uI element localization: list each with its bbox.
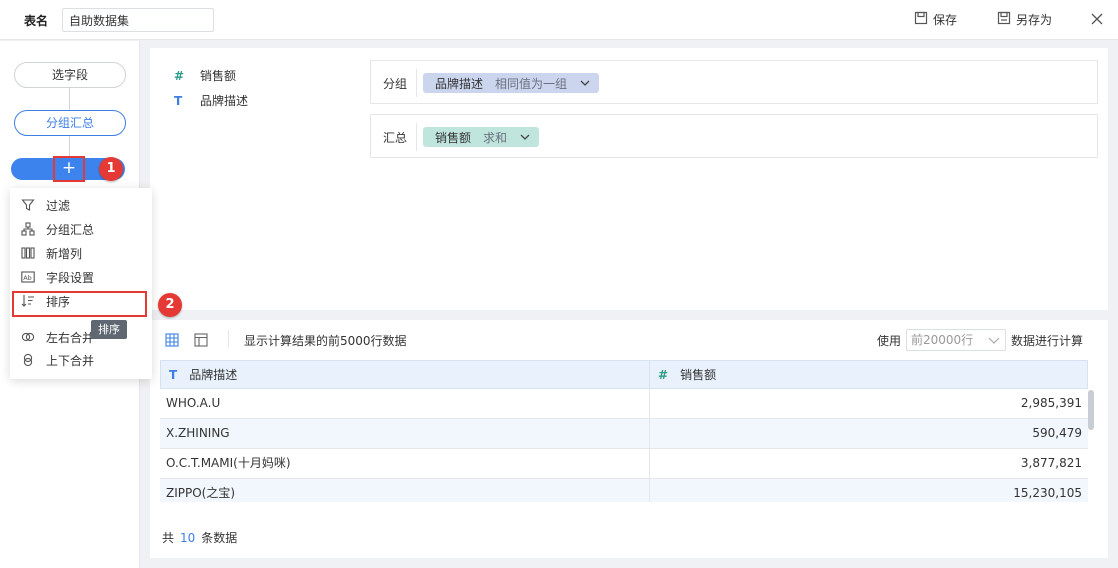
menu-item-label: 分组汇总 bbox=[46, 222, 95, 237]
chevron-down-icon[interactable] bbox=[519, 131, 531, 143]
chip-field-name: 品牌描述 bbox=[435, 76, 484, 91]
menu-item-add-column[interactable]: 新增列 bbox=[10, 241, 152, 265]
number-type-icon: # bbox=[174, 68, 185, 83]
callout-badge-2: 2 bbox=[158, 293, 182, 317]
table-scrollbar[interactable] bbox=[1088, 390, 1094, 430]
menu-item-filter[interactable]: 过滤 bbox=[10, 193, 152, 217]
save-as-label: 另存为 bbox=[1016, 13, 1053, 27]
chip-field-name: 销售额 bbox=[435, 130, 472, 145]
add-column-icon bbox=[21, 246, 35, 260]
save-button[interactable]: 保存 bbox=[914, 11, 957, 28]
close-icon[interactable] bbox=[1090, 12, 1104, 26]
group-icon bbox=[21, 222, 35, 236]
zone-divider bbox=[416, 123, 417, 151]
add-step-menu: 过滤 分组汇总 新增列 Ab 字段设置 排序 左右合并 上下合并 bbox=[10, 188, 152, 379]
summary-zone-label: 汇总 bbox=[383, 131, 408, 145]
menu-item-merge-vertical[interactable]: 上下合并 bbox=[10, 348, 152, 372]
config-panel: # 销售额 T 品牌描述 分组 品牌描述 相同值为一组 汇总 销售额 求和 bbox=[150, 48, 1108, 310]
chip-mode: 求和 bbox=[483, 130, 508, 145]
save-icon bbox=[914, 11, 928, 28]
group-field-chip[interactable]: 品牌描述 相同值为一组 bbox=[423, 73, 600, 93]
table-name-label: 表名 bbox=[24, 14, 49, 28]
cell-brand: WHO.A.U bbox=[166, 396, 221, 410]
step-connector bbox=[69, 88, 70, 110]
field-label: 销售额 bbox=[200, 69, 237, 83]
menu-item-label: 字段设置 bbox=[46, 270, 95, 285]
column-divider bbox=[649, 389, 650, 502]
sort-highlight-box bbox=[12, 291, 147, 317]
sort-tooltip: 排序 bbox=[91, 320, 127, 339]
total-suffix: 条数据 bbox=[201, 531, 238, 545]
menu-item-label: 左右合并 bbox=[46, 330, 95, 345]
summary-field-chip[interactable]: 销售额 求和 bbox=[423, 127, 540, 147]
menu-item-label: 过滤 bbox=[46, 198, 71, 213]
total-number: 10 bbox=[180, 531, 196, 545]
merge-vertical-icon bbox=[21, 353, 35, 367]
menu-item-group-summary[interactable]: 分组汇总 bbox=[10, 217, 152, 241]
field-item-sales[interactable]: # 销售额 bbox=[174, 67, 236, 84]
table-name-input[interactable] bbox=[62, 8, 214, 32]
number-type-icon: # bbox=[658, 367, 669, 382]
column-header-label: 品牌描述 bbox=[189, 368, 238, 382]
callout-badge-1: 1 bbox=[99, 157, 123, 181]
group-zone[interactable]: 分组 品牌描述 相同值为一组 bbox=[370, 60, 1098, 104]
cell-brand: X.ZHINING bbox=[166, 426, 230, 440]
field-view-icon[interactable] bbox=[194, 333, 208, 347]
cell-brand: ZIPPO(之宝) bbox=[166, 486, 236, 500]
text-type-icon: T bbox=[174, 93, 183, 108]
menu-item-field-settings[interactable]: Ab 字段设置 bbox=[10, 265, 152, 289]
cell-sales: 590,479 bbox=[1032, 426, 1082, 440]
svg-text:Ab: Ab bbox=[23, 274, 32, 282]
column-header-brand[interactable]: T 品牌描述 bbox=[160, 360, 650, 389]
top-bar: 表名 保存 另存为 bbox=[0, 0, 1118, 40]
chip-mode: 相同值为一组 bbox=[495, 76, 568, 91]
table-row: ZIPPO(之宝) 15,230,105 bbox=[160, 479, 1088, 502]
add-step-button[interactable]: + bbox=[53, 156, 85, 182]
use-label: 使用 bbox=[877, 334, 902, 348]
step-connector bbox=[69, 135, 70, 157]
preview-panel: 显示计算结果的前5000行数据 使用 前20000行 数据进行计算 T 品牌描述… bbox=[150, 320, 1108, 558]
toolbar-divider bbox=[228, 330, 229, 348]
select-fields-step[interactable]: 选字段 bbox=[14, 62, 126, 88]
group-summary-step[interactable]: 分组汇总 bbox=[14, 110, 126, 136]
text-type-icon: T bbox=[169, 367, 178, 382]
field-label: 品牌描述 bbox=[200, 94, 249, 108]
row-limit-value: 前20000行 bbox=[911, 333, 974, 347]
preview-table: T 品牌描述 # 销售额 WHO.A.U 2,985,391 X.ZHINING… bbox=[160, 360, 1088, 502]
filter-icon bbox=[21, 198, 35, 212]
field-item-brand[interactable]: T 品牌描述 bbox=[174, 92, 248, 109]
save-as-icon bbox=[997, 11, 1011, 28]
total-count: 共 10 条数据 bbox=[162, 529, 237, 546]
field-settings-icon: Ab bbox=[21, 270, 35, 284]
menu-item-label: 新增列 bbox=[46, 246, 83, 261]
group-zone-label: 分组 bbox=[383, 77, 408, 91]
chevron-down-icon[interactable] bbox=[579, 77, 591, 89]
table-view-icon[interactable] bbox=[165, 333, 179, 347]
total-prefix: 共 bbox=[162, 531, 175, 545]
cell-sales: 2,985,391 bbox=[1020, 396, 1082, 410]
column-header-label: 销售额 bbox=[680, 368, 717, 382]
compute-label: 数据进行计算 bbox=[1011, 334, 1084, 348]
zone-divider bbox=[416, 69, 417, 97]
table-row: O.C.T.MAMI(十月妈咪) 3,877,821 bbox=[160, 449, 1088, 479]
table-row: WHO.A.U 2,985,391 bbox=[160, 389, 1088, 419]
preview-info-text: 显示计算结果的前5000行数据 bbox=[244, 334, 407, 348]
menu-item-merge-horizontal[interactable]: 左右合并 bbox=[10, 325, 152, 349]
menu-item-label: 上下合并 bbox=[46, 353, 95, 368]
cell-sales: 15,230,105 bbox=[1013, 486, 1082, 500]
table-row: X.ZHINING 590,479 bbox=[160, 419, 1088, 449]
save-label: 保存 bbox=[933, 13, 958, 27]
row-limit-select[interactable]: 前20000行 bbox=[906, 329, 1006, 351]
summary-zone[interactable]: 汇总 销售额 求和 bbox=[370, 114, 1098, 158]
column-header-sales[interactable]: # 销售额 bbox=[649, 360, 1088, 389]
save-as-button[interactable]: 另存为 bbox=[997, 11, 1052, 28]
merge-horizontal-icon bbox=[21, 330, 35, 344]
chevron-down-icon bbox=[988, 337, 1000, 344]
cell-brand: O.C.T.MAMI(十月妈咪) bbox=[166, 456, 291, 470]
cell-sales: 3,877,821 bbox=[1020, 456, 1082, 470]
